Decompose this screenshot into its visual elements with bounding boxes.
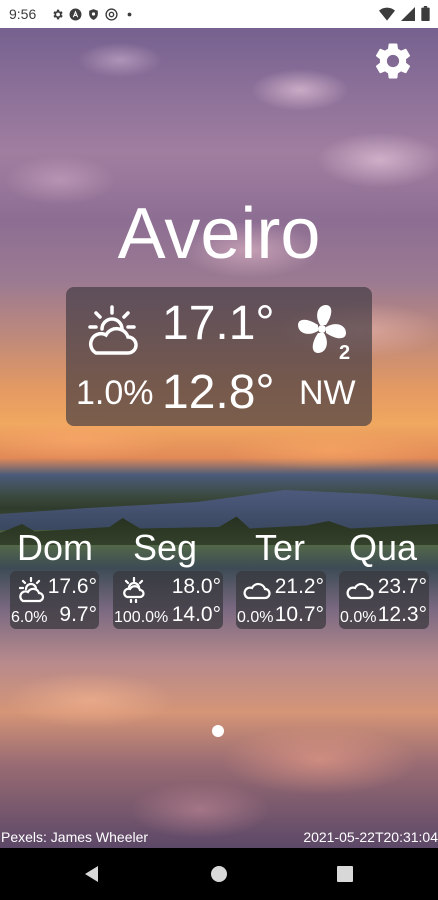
forecast-card-sunday[interactable]: 17.6° 6.0% 9.7° xyxy=(10,571,99,629)
current-min-temperature: 12.8° xyxy=(162,366,275,419)
fan-icon: 2 xyxy=(296,301,354,364)
forecast-max-temp: 23.7° xyxy=(377,575,427,598)
forecast-card-monday[interactable]: 18.0° 100.0% 14.0° xyxy=(113,571,223,629)
forecast-day-label: Ter xyxy=(254,527,305,568)
at-circle-icon xyxy=(105,7,118,21)
forecast-max-temp: 18.0° xyxy=(171,575,221,598)
current-precipitation: 1.0% xyxy=(76,374,154,412)
sun-cloud-icon xyxy=(16,576,46,603)
forecast-min-temp: 14.0° xyxy=(171,603,221,626)
page-indicator-dot xyxy=(212,725,224,737)
signal-icon xyxy=(401,6,415,24)
wifi-icon xyxy=(379,7,395,24)
forecast-card-tuesday[interactable]: 21.2° 0.0% 10.7° xyxy=(236,571,326,629)
forecast-max-temp: 21.2° xyxy=(274,575,324,598)
home-button[interactable] xyxy=(211,866,227,882)
mountains xyxy=(0,490,438,530)
forecast-day-label: Dom xyxy=(16,527,93,568)
wind-speed-class: 2 xyxy=(339,342,350,361)
forecast-precipitation: 100.0% xyxy=(114,609,169,626)
cloud-icon xyxy=(242,577,272,603)
forecast-card-wednesday[interactable]: 23.7° 0.0% 12.3° xyxy=(339,571,429,629)
forecast-min-temp: 12.3° xyxy=(377,603,427,626)
recents-button[interactable] xyxy=(337,866,353,882)
forecast-min-temp: 9.7° xyxy=(59,603,97,626)
forecast-precipitation: 0.0% xyxy=(237,609,274,626)
photo-credit[interactable]: Pexels: James Wheeler xyxy=(1,829,148,845)
forecast-min-temp: 10.7° xyxy=(274,603,324,626)
forecast-precipitation: 6.0% xyxy=(11,609,48,626)
sun-cloud-icon xyxy=(82,303,142,359)
a-circle-icon xyxy=(69,8,82,21)
settings-button[interactable] xyxy=(372,40,414,82)
gear-icon xyxy=(51,8,64,21)
current-temperature: 17.1° xyxy=(162,297,275,350)
current-weather-panel[interactable]: 17.1° 2 1.0% 12.8° NW xyxy=(66,287,372,426)
gear-icon xyxy=(375,43,411,79)
cloud-icon xyxy=(345,577,375,603)
status-time: 9:56 xyxy=(9,6,37,22)
wind-direction: NW xyxy=(299,374,356,412)
update-timestamp: 2021-05-22T20:31:04 xyxy=(303,829,438,845)
back-button[interactable] xyxy=(83,865,101,888)
shield-icon xyxy=(87,8,100,21)
back-triangle-icon xyxy=(85,866,98,882)
sun-rain-icon xyxy=(119,576,149,604)
city-name: Aveiro xyxy=(117,194,321,274)
forecast-day-label: Seg xyxy=(132,527,198,568)
forecast-precipitation: 0.0% xyxy=(340,609,377,626)
lake-reflection xyxy=(0,640,438,848)
dot-icon xyxy=(123,8,136,21)
battery-icon xyxy=(421,6,430,24)
forecast-max-temp: 17.6° xyxy=(47,575,97,598)
status-bar: 9:56 xyxy=(0,0,438,28)
forecast-day-label: Qua xyxy=(348,527,418,568)
